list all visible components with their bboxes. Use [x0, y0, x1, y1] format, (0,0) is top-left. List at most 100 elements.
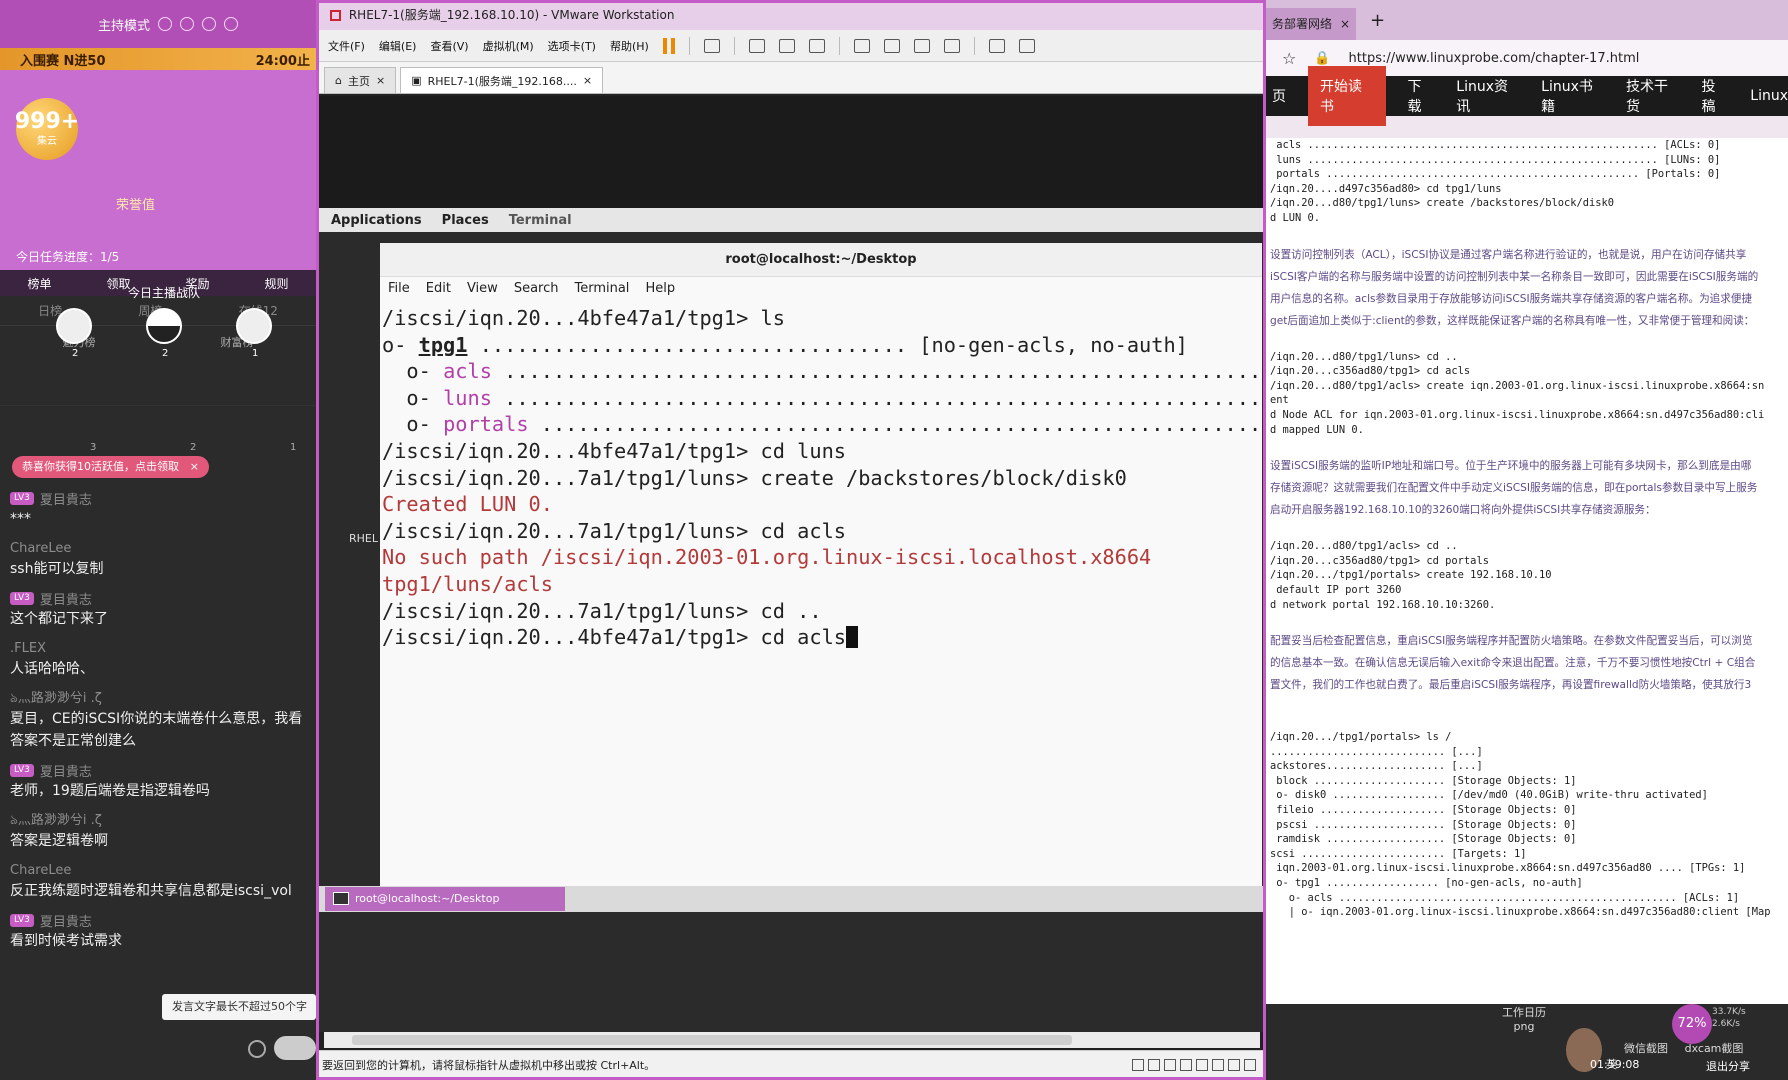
send-ctrl-alt-del-icon[interactable]: [703, 38, 720, 53]
tab-home[interactable]: ⌂ 主页 ×: [324, 67, 397, 93]
hdd-icon[interactable]: [1132, 1059, 1144, 1071]
term-menu-view[interactable]: View: [467, 281, 498, 296]
menu-bar: 文件(F) 编辑(E) 查看(V) 虚拟机(M) 选项卡(T) 帮助(H): [316, 30, 1266, 62]
snapshot-manager-icon[interactable]: [808, 38, 825, 53]
terminal-icon: [333, 892, 349, 905]
unity-icon[interactable]: [943, 38, 960, 53]
chat-username[interactable]: 夏目貴志: [40, 589, 92, 608]
sound-icon[interactable]: [1196, 1059, 1208, 1071]
display-icon[interactable]: [1228, 1059, 1240, 1071]
gnome-applications[interactable]: Applications: [331, 213, 422, 228]
revert-snapshot-icon[interactable]: [778, 38, 795, 53]
pause-icon[interactable]: [662, 37, 675, 54]
horizontal-scrollbar[interactable]: [324, 1032, 1260, 1048]
printer-icon[interactable]: [1212, 1059, 1224, 1071]
menu-file[interactable]: 文件(F): [328, 38, 365, 54]
nav-linux-books[interactable]: Linux书籍: [1541, 76, 1604, 116]
chat-username[interactable]: ঌ灬路渺渺兮i .ζ: [10, 687, 102, 710]
avatar[interactable]: 2: [56, 308, 92, 359]
settings-icon[interactable]: [158, 17, 173, 31]
nav-download[interactable]: 下载: [1408, 76, 1435, 116]
chat-username-row: ঌ灬路渺渺兮i .ζ: [10, 810, 310, 830]
menu-edit[interactable]: 编辑(E): [379, 38, 417, 54]
action-claim[interactable]: 领取: [106, 275, 130, 292]
browser-tab[interactable]: 务部署网络 ×: [1266, 8, 1356, 40]
close-icon[interactable]: ×: [376, 74, 385, 87]
fan-rank: 2: [162, 348, 169, 359]
cdrom-icon[interactable]: [1148, 1059, 1160, 1071]
menu-tabs[interactable]: 选项卡(T): [548, 38, 596, 54]
chat-username[interactable]: ChareLee: [10, 541, 71, 556]
action-leaderboard[interactable]: 榜单: [27, 275, 51, 292]
snapshot-icon[interactable]: [748, 38, 765, 53]
stop-share-button[interactable]: 退出分享: [1706, 1058, 1750, 1074]
menu-icon[interactable]: [180, 17, 195, 31]
avatar[interactable]: 2: [146, 308, 182, 359]
network-icon[interactable]: [1164, 1059, 1176, 1071]
bookmark-star-icon[interactable]: ☆: [1282, 49, 1296, 68]
avatar[interactable]: 1: [236, 308, 272, 359]
term-menu-file[interactable]: File: [388, 281, 410, 296]
terminal-window[interactable]: root@localhost:~/Desktop File Edit View …: [380, 243, 1262, 893]
host-mode-label: 主持模式: [98, 18, 151, 34]
fan-avatars: 2 2 1: [50, 308, 280, 359]
term-menu-terminal[interactable]: Terminal: [574, 281, 629, 296]
chat-username[interactable]: 夏目貴志: [40, 489, 92, 508]
menu-vm[interactable]: 虚拟机(M): [483, 38, 534, 54]
code-line: /iqn.20....d497c356ad80> cd tpg1/luns: [1270, 182, 1502, 195]
url-field[interactable]: https://www.linuxprobe.com/chapter-17.ht…: [1349, 51, 1640, 66]
stream-topbar: 主持模式: [0, 0, 316, 48]
term-menu-edit[interactable]: Edit: [426, 281, 451, 296]
fullscreen-icon[interactable]: [913, 38, 930, 53]
chat-username[interactable]: ঌ灬路渺渺兮i .ζ: [10, 809, 102, 832]
device-icons: [1132, 1059, 1256, 1071]
rank-bar[interactable]: 入围赛 N进50 24:00止: [0, 48, 316, 70]
nav-submit[interactable]: 投稿: [1702, 76, 1729, 116]
chat-username[interactable]: 夏目貴志: [40, 761, 92, 780]
terminal-title[interactable]: root@localhost:~/Desktop: [380, 243, 1262, 277]
nav-start-reading[interactable]: 开始读书: [1308, 66, 1386, 126]
chat-username-row: LV3 夏目貴志: [10, 760, 310, 780]
chat-username[interactable]: .FLEX: [10, 641, 46, 656]
new-tab-icon[interactable]: +: [1370, 10, 1385, 31]
desktop-icon-calendar[interactable]: 工作日历 png: [1496, 1004, 1552, 1033]
usb-icon[interactable]: [1180, 1059, 1192, 1071]
close-icon[interactable]: ×: [1340, 8, 1350, 40]
taskbar-terminal[interactable]: root@localhost:~/Desktop: [325, 887, 565, 911]
menu-help[interactable]: 帮助(H): [610, 38, 649, 54]
tab-rhel[interactable]: ▣ RHEL7-1(服务端_192.168.... ×: [400, 67, 604, 93]
gnome-places[interactable]: Places: [442, 213, 489, 228]
chat-username[interactable]: ChareLee: [10, 863, 71, 878]
term-menu-search[interactable]: Search: [514, 281, 559, 296]
emoji-icon[interactable]: [248, 1040, 266, 1058]
chat-input[interactable]: 发言文字最长不超过50个字: [162, 994, 316, 1020]
score-bubble[interactable]: 999+ 集云: [15, 98, 79, 160]
gnome-terminal[interactable]: Terminal: [509, 213, 572, 228]
send-button[interactable]: [274, 1036, 316, 1060]
promo-banner[interactable]: 恭喜你获得10活跃值，点击领取 ×: [12, 456, 209, 478]
stretch-icon[interactable]: [1018, 38, 1035, 53]
scrollbar-thumb[interactable]: [352, 1035, 1072, 1045]
close-icon[interactable]: [224, 17, 239, 31]
nav-home[interactable]: 页: [1272, 86, 1286, 106]
code-line: d LUN 0.: [1270, 211, 1321, 224]
library-icon[interactable]: [853, 38, 870, 53]
close-icon[interactable]: ×: [190, 456, 199, 478]
desktop-icon-wechat[interactable]: 微信截图: [1616, 1040, 1676, 1056]
window-titlebar[interactable]: RHEL7-1(服务端_192.168.10.10) - VMware Work…: [316, 0, 1266, 30]
nav-linux[interactable]: Linux: [1750, 88, 1788, 104]
terminal-output[interactable]: /iscsi/iqn.20...4bfe47a1/tpg1> ls o- tpg…: [380, 299, 1262, 651]
cpu-badge[interactable]: 72%: [1672, 1004, 1712, 1044]
nav-tech[interactable]: 技术干货: [1626, 76, 1680, 116]
terminal-icon[interactable]: [988, 38, 1005, 53]
message-icon[interactable]: [1244, 1059, 1256, 1071]
nav-linux-news[interactable]: Linux资讯: [1456, 76, 1519, 116]
chat-text: 答案是逻辑卷啊: [10, 833, 108, 849]
console-view-icon[interactable]: [883, 38, 900, 53]
term-menu-help[interactable]: Help: [645, 281, 675, 296]
menu-view[interactable]: 查看(V): [430, 38, 468, 54]
chat-username[interactable]: 夏目貴志: [40, 911, 92, 930]
close-icon[interactable]: ×: [583, 74, 592, 87]
action-rules[interactable]: 规则: [264, 275, 288, 292]
minimize-icon[interactable]: [202, 17, 217, 31]
